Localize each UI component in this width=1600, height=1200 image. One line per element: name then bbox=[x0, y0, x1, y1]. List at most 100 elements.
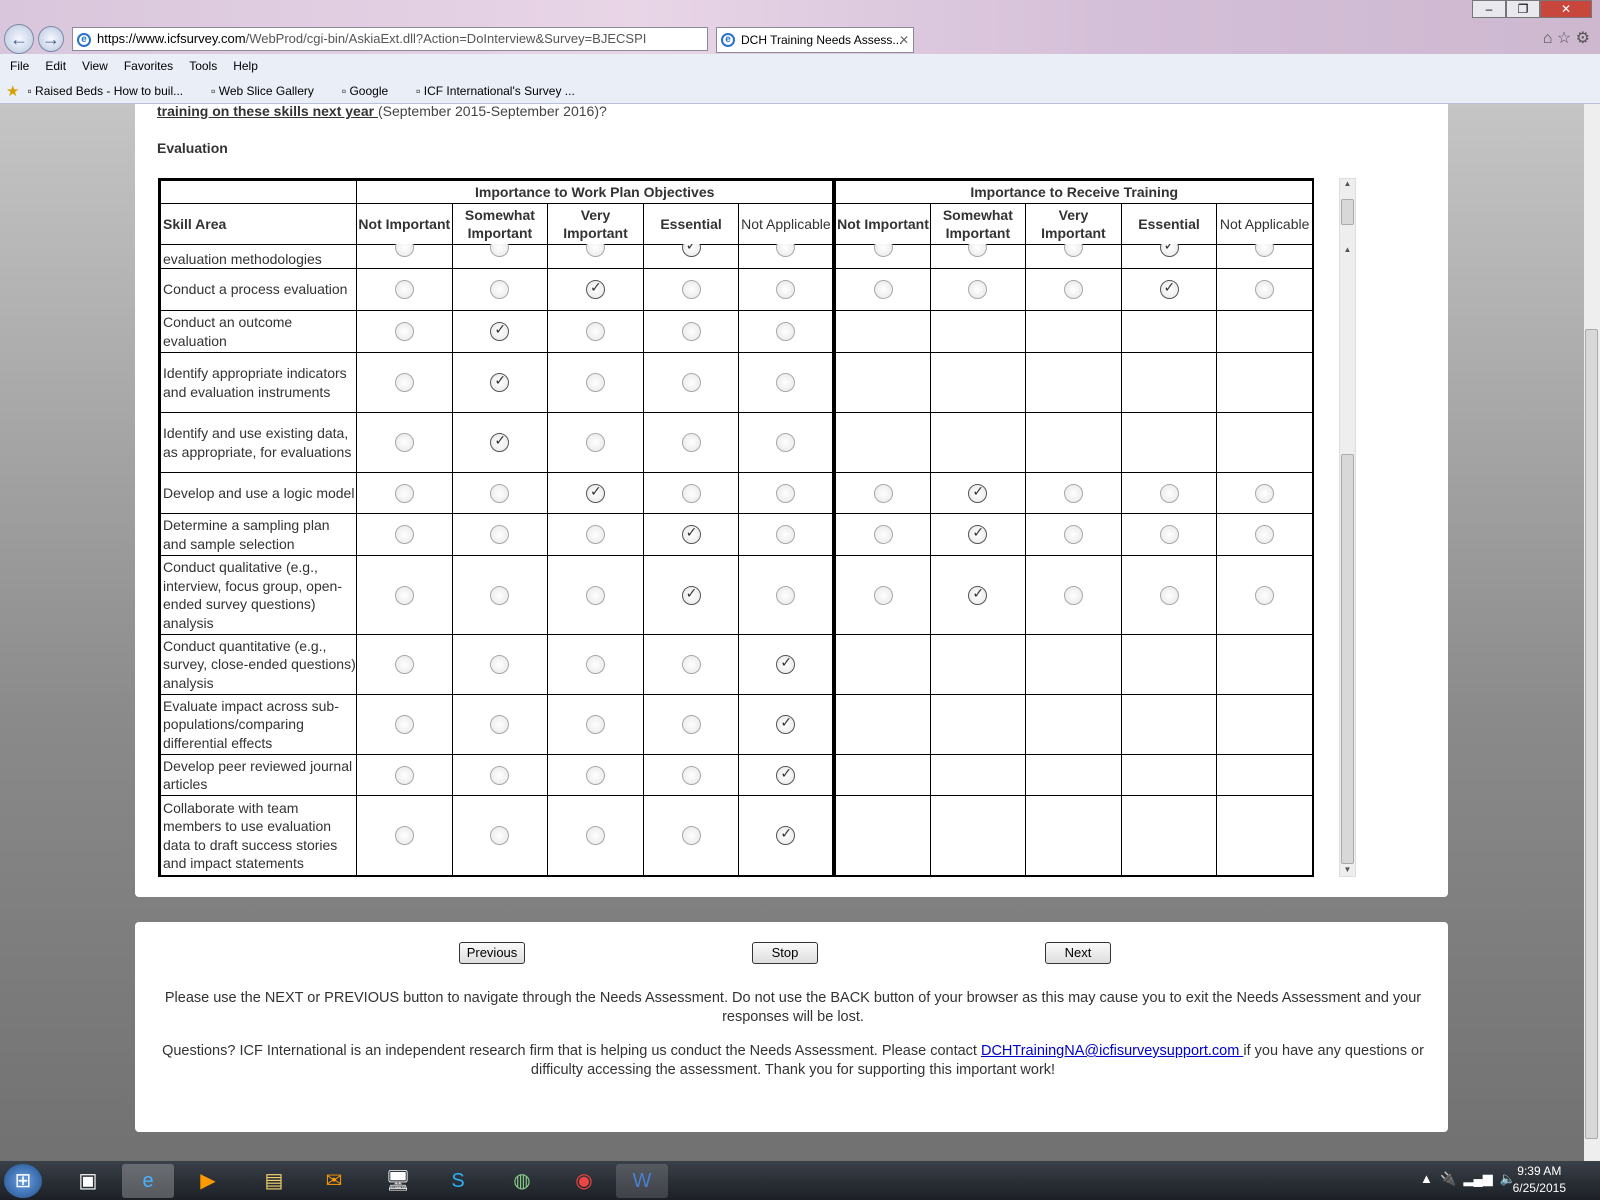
support-email-link[interactable]: DCHTrainingNA@icfisurveysupport.com bbox=[981, 1043, 1243, 1059]
previous-button[interactable]: Previous bbox=[459, 942, 525, 964]
work-plan-radio-4[interactable] bbox=[776, 826, 796, 845]
work-plan-radio-4[interactable] bbox=[776, 244, 796, 257]
menu-item[interactable]: Tools bbox=[189, 59, 217, 73]
header-scroll-thumb[interactable] bbox=[1341, 199, 1354, 225]
work-plan-radio-3[interactable] bbox=[681, 715, 701, 734]
work-plan-radio-0[interactable] bbox=[394, 715, 414, 734]
work-plan-radio-3[interactable] bbox=[681, 765, 701, 785]
work-plan-radio-4[interactable] bbox=[776, 322, 796, 341]
receive-training-radio-1[interactable] bbox=[968, 244, 988, 257]
close-tab-icon[interactable]: ✕ bbox=[899, 28, 909, 52]
receive-training-radio-3[interactable] bbox=[1159, 244, 1179, 257]
back-button[interactable]: ← bbox=[4, 24, 34, 54]
forward-button[interactable]: → bbox=[38, 26, 64, 52]
matrix-scrollbar[interactable]: ▲ ▲ ▼ bbox=[1339, 178, 1356, 877]
work-plan-radio-2[interactable] bbox=[585, 655, 605, 674]
menu-item[interactable]: Favorites bbox=[124, 59, 173, 73]
clock[interactable]: 9:39 AM 6/25/2015 bbox=[1513, 1163, 1566, 1197]
work-plan-radio-3[interactable] bbox=[681, 433, 701, 452]
menu-item[interactable]: File bbox=[10, 59, 29, 73]
receive-training-radio-3[interactable] bbox=[1159, 525, 1179, 544]
work-plan-radio-0[interactable] bbox=[394, 826, 414, 845]
receive-training-radio-0[interactable] bbox=[873, 585, 893, 605]
start-button[interactable]: ⊞ bbox=[4, 1164, 42, 1198]
receive-training-radio-2[interactable] bbox=[1063, 244, 1083, 257]
work-plan-radio-1[interactable] bbox=[490, 483, 510, 503]
work-plan-radio-3[interactable] bbox=[681, 655, 701, 674]
work-plan-radio-4[interactable] bbox=[776, 373, 796, 392]
favorite-link[interactable]: ▫ Web Slice Gallery bbox=[211, 84, 328, 98]
taskbar-skype-icon[interactable]: S bbox=[432, 1164, 484, 1198]
taskbar-app2-icon[interactable]: ◍ bbox=[496, 1164, 548, 1198]
work-plan-radio-0[interactable] bbox=[394, 433, 414, 452]
work-plan-radio-1[interactable] bbox=[490, 244, 510, 257]
work-plan-radio-1[interactable] bbox=[490, 765, 510, 785]
taskbar-outlook-icon[interactable]: ✉ bbox=[308, 1164, 360, 1198]
work-plan-radio-0[interactable] bbox=[394, 322, 414, 341]
work-plan-radio-2[interactable] bbox=[585, 373, 605, 392]
taskbar-ie-icon[interactable]: e bbox=[122, 1164, 174, 1198]
work-plan-radio-3[interactable] bbox=[681, 826, 701, 845]
work-plan-radio-2[interactable] bbox=[585, 826, 605, 845]
receive-training-radio-3[interactable] bbox=[1159, 280, 1179, 299]
work-plan-radio-3[interactable] bbox=[681, 280, 701, 299]
work-plan-radio-3[interactable] bbox=[681, 373, 701, 392]
work-plan-radio-2[interactable] bbox=[585, 525, 605, 544]
work-plan-radio-1[interactable] bbox=[490, 373, 510, 392]
taskbar-explorer-icon[interactable]: ▤ bbox=[248, 1164, 300, 1198]
work-plan-radio-3[interactable] bbox=[681, 244, 701, 257]
taskbar-word-icon[interactable]: W bbox=[616, 1164, 668, 1198]
receive-training-radio-1[interactable] bbox=[968, 483, 988, 503]
address-bar[interactable]: e https://www.icfsurvey.com/WebProd/cgi-b… bbox=[72, 27, 708, 51]
receive-training-radio-3[interactable] bbox=[1159, 585, 1179, 605]
receive-training-radio-4[interactable] bbox=[1255, 244, 1275, 257]
work-plan-radio-2[interactable] bbox=[585, 433, 605, 452]
work-plan-radio-0[interactable] bbox=[394, 244, 414, 257]
work-plan-radio-1[interactable] bbox=[490, 525, 510, 544]
work-plan-radio-4[interactable] bbox=[776, 765, 796, 785]
receive-training-radio-3[interactable] bbox=[1159, 483, 1179, 503]
work-plan-radio-4[interactable] bbox=[776, 433, 796, 452]
taskbar-chrome-icon[interactable]: ◉ bbox=[558, 1164, 610, 1198]
work-plan-radio-0[interactable] bbox=[394, 585, 414, 605]
work-plan-radio-1[interactable] bbox=[490, 585, 510, 605]
next-button[interactable]: Next bbox=[1045, 942, 1111, 964]
work-plan-radio-2[interactable] bbox=[585, 585, 605, 605]
receive-training-radio-2[interactable] bbox=[1063, 280, 1083, 299]
work-plan-radio-2[interactable] bbox=[585, 322, 605, 341]
receive-training-radio-4[interactable] bbox=[1255, 525, 1275, 544]
receive-training-radio-4[interactable] bbox=[1255, 280, 1275, 299]
work-plan-radio-4[interactable] bbox=[776, 483, 796, 503]
work-plan-radio-3[interactable] bbox=[681, 525, 701, 544]
work-plan-radio-4[interactable] bbox=[776, 585, 796, 605]
restore-button[interactable]: ❐ bbox=[1506, 0, 1540, 18]
receive-training-radio-0[interactable] bbox=[873, 280, 893, 299]
taskbar-app-icon[interactable]: ▣ bbox=[62, 1164, 114, 1198]
receive-training-radio-2[interactable] bbox=[1063, 585, 1083, 605]
work-plan-radio-3[interactable] bbox=[681, 322, 701, 341]
work-plan-radio-0[interactable] bbox=[394, 655, 414, 674]
tray-icons[interactable]: ▲ 🔌 ▂▄▆ 🔈 bbox=[1420, 1171, 1516, 1187]
favorite-link[interactable]: ▫ Google bbox=[342, 84, 402, 98]
work-plan-radio-4[interactable] bbox=[776, 525, 796, 544]
tab-dch-training[interactable]: e DCH Training Needs Assess... ✕ bbox=[716, 27, 914, 53]
work-plan-radio-1[interactable] bbox=[490, 826, 510, 845]
work-plan-radio-2[interactable] bbox=[585, 244, 605, 257]
receive-training-radio-0[interactable] bbox=[873, 525, 893, 544]
receive-training-radio-0[interactable] bbox=[873, 244, 893, 257]
receive-training-radio-4[interactable] bbox=[1255, 483, 1275, 503]
work-plan-radio-4[interactable] bbox=[776, 715, 796, 734]
work-plan-radio-4[interactable] bbox=[776, 655, 796, 674]
scroll-thumb[interactable] bbox=[1341, 454, 1354, 864]
work-plan-radio-1[interactable] bbox=[490, 715, 510, 734]
close-window-button[interactable]: ✕ bbox=[1540, 0, 1592, 18]
page-scrollbar[interactable] bbox=[1584, 104, 1600, 1161]
receive-training-radio-2[interactable] bbox=[1063, 483, 1083, 503]
work-plan-radio-4[interactable] bbox=[776, 280, 796, 299]
work-plan-radio-0[interactable] bbox=[394, 483, 414, 503]
receive-training-radio-1[interactable] bbox=[968, 525, 988, 544]
favorite-link[interactable]: ▫ Raised Beds - How to buil... bbox=[27, 84, 197, 98]
receive-training-radio-2[interactable] bbox=[1063, 525, 1083, 544]
work-plan-radio-1[interactable] bbox=[490, 655, 510, 674]
stop-button[interactable]: Stop bbox=[752, 942, 818, 964]
